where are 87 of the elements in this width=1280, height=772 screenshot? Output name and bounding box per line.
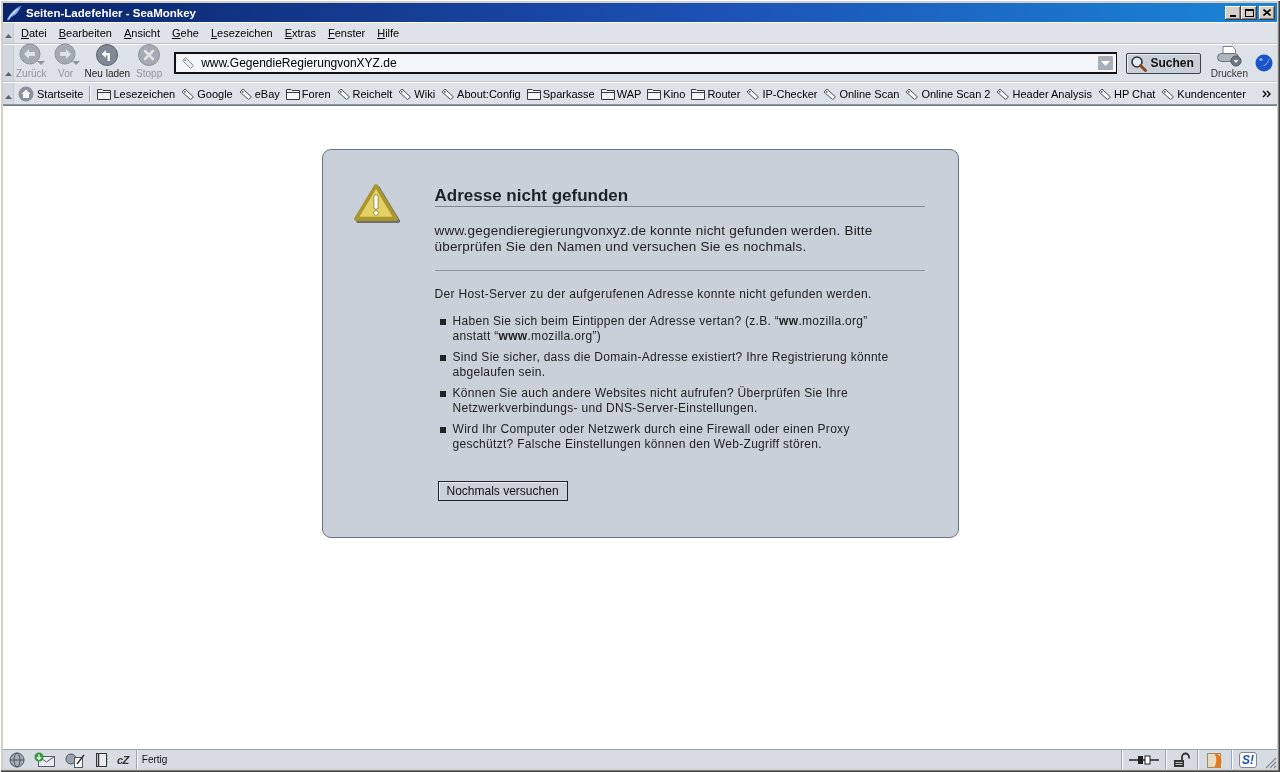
suggestion-text: Wird Ihr Computer oder Netzwerk durch eine Firewall oder einen Proxy geschützt? Falsche Einstellungen können den Web-Zugriff stören. <box>452 422 851 452</box>
address-book-icon[interactable] <box>94 751 108 768</box>
bookmark-icon <box>996 87 1011 100</box>
menu-item[interactable]: Fenster <box>321 25 372 41</box>
error-details: Der Host-Server zu der aufgerufenen Adresse konnte nicht gefunden werden. <box>434 287 873 302</box>
suggestion-text: Können Sie auch andere Websites nicht aufrufen? Überprüfen Sie Ihre Netzwerkverbindungs- und DNS-Server-Einstellungen. <box>452 386 849 416</box>
bookmark-link[interactable]: Reichelt <box>333 87 396 100</box>
caret-icon <box>1101 60 1111 66</box>
bookmark-icon <box>238 87 253 100</box>
globe-icon[interactable] <box>9 751 25 768</box>
bookmark-link[interactable]: Online Scan 2 <box>902 87 994 100</box>
bookmark-icon <box>746 87 761 100</box>
folder-icon <box>600 87 615 100</box>
triangle-icon[interactable] <box>4 72 12 76</box>
resize-grip-icon[interactable] <box>1265 757 1277 769</box>
plug-icon[interactable] <box>1129 753 1159 766</box>
bookmark-icon <box>336 87 351 100</box>
bookmark-folder[interactable]: Router <box>688 87 744 100</box>
menu-item[interactable]: Gehe <box>166 25 205 41</box>
bullet-icon <box>439 427 446 433</box>
mail-icon[interactable] <box>34 751 56 768</box>
bookmark-link[interactable]: About:Config <box>438 87 524 100</box>
folder-icon <box>647 87 662 100</box>
error-title: Adresse nicht gefunden <box>434 186 629 206</box>
home-button[interactable]: Startseite <box>14 85 87 102</box>
status-text: Fertig <box>140 754 168 765</box>
pen-page-icon[interactable] <box>65 751 85 768</box>
chevron-icon[interactable] <box>1262 89 1271 98</box>
bookmark-link[interactable]: Kundencenter <box>1158 87 1249 100</box>
bookmark-link[interactable]: Header Analysis <box>993 87 1095 100</box>
maximize-button[interactable] <box>1241 5 1257 20</box>
feather-icon[interactable] <box>6 4 22 21</box>
bookmark-icon <box>441 87 456 100</box>
bookmark-link[interactable]: IP-Checker <box>743 87 821 100</box>
folder-icon <box>97 87 112 100</box>
close-button[interactable] <box>1259 5 1275 20</box>
bullet-icon <box>439 355 446 361</box>
warning-icon <box>353 182 400 224</box>
bookmark-link[interactable]: Online Scan <box>820 87 903 100</box>
menu-item[interactable]: Ansicht <box>117 25 166 41</box>
bookmark-folder[interactable]: Foren <box>282 87 334 100</box>
menu-item[interactable]: Extras <box>278 25 322 41</box>
tag-icon <box>181 56 196 70</box>
bookmark-folder[interactable]: Sparkasse <box>523 87 598 100</box>
menu-item[interactable]: Lesezeichen <box>204 25 279 41</box>
menu-item[interactable]: Datei <box>15 25 53 41</box>
print-button[interactable]: Drucken <box>1208 45 1250 81</box>
bookmark-icon <box>1098 87 1112 100</box>
minimize-icon <box>1230 14 1236 17</box>
logo-button[interactable]: S! <box>1239 751 1257 768</box>
bookmark-icon <box>905 87 920 100</box>
logo-icon[interactable] <box>1255 54 1273 72</box>
folder-icon <box>526 87 541 100</box>
bookmark-icon <box>398 87 413 100</box>
bookmark-link[interactable]: Wiki <box>395 87 439 100</box>
error-description: www.gegendieregierungvonxyz.de konnte nicht gefunden werden. Bitte überprüfen Sie den Namen und versuchen Sie es nochmals. <box>434 223 874 255</box>
bookmark-icon <box>823 87 838 100</box>
bullet-icon <box>439 391 446 397</box>
home-icon <box>18 85 34 102</box>
bookmark-icon <box>181 87 196 100</box>
search-button[interactable]: Suchen <box>1126 52 1201 74</box>
folder-icon <box>691 87 706 100</box>
menu-item[interactable]: Bearbeiten <box>52 25 118 41</box>
retry-button[interactable]: Nochmals versuchen <box>437 481 568 501</box>
minimize-button[interactable] <box>1225 5 1241 20</box>
maximize-icon <box>1244 8 1254 17</box>
suggestion-text: Sind Sie sicher, dass die Domain-Adresse existiert? Ihre Registrierung könnte abgelaufen sein. <box>452 350 890 380</box>
search-icon <box>1130 54 1148 72</box>
menu-item[interactable]: Hilfe <box>371 25 406 41</box>
bookmark-link[interactable]: eBay <box>235 87 283 100</box>
folder-icon <box>285 87 300 100</box>
bookmark-link[interactable]: Google <box>178 87 236 100</box>
address-field[interactable]: www.GegendieRegierungvonXYZ.de <box>174 52 1118 74</box>
window-title: Seiten-Ladefehler - SeaMonkey <box>26 6 196 19</box>
reload-button[interactable]: Neu laden <box>82 45 133 81</box>
padlock-icon <box>1173 751 1191 768</box>
bookmark-folder[interactable]: WAP <box>597 87 645 100</box>
suggestion-text: Haben Sie sich beim Eintippen der Adresse vertan? (z.B. “ww.mozilla.org” anstatt “www.mozilla.org”) <box>452 314 869 344</box>
bookmark-folder[interactable]: Lesezeichen <box>94 87 179 100</box>
bookmark-folder[interactable]: Kino <box>644 87 689 100</box>
bookmark-icon <box>1161 87 1176 100</box>
bullet-icon <box>439 319 446 325</box>
bookmark-link[interactable]: HP Chat <box>1095 87 1159 100</box>
triangle-icon[interactable] <box>4 95 12 99</box>
chat-button[interactable]: cZ <box>117 753 129 766</box>
close-icon <box>1263 9 1271 16</box>
triangle-icon[interactable] <box>4 34 12 38</box>
